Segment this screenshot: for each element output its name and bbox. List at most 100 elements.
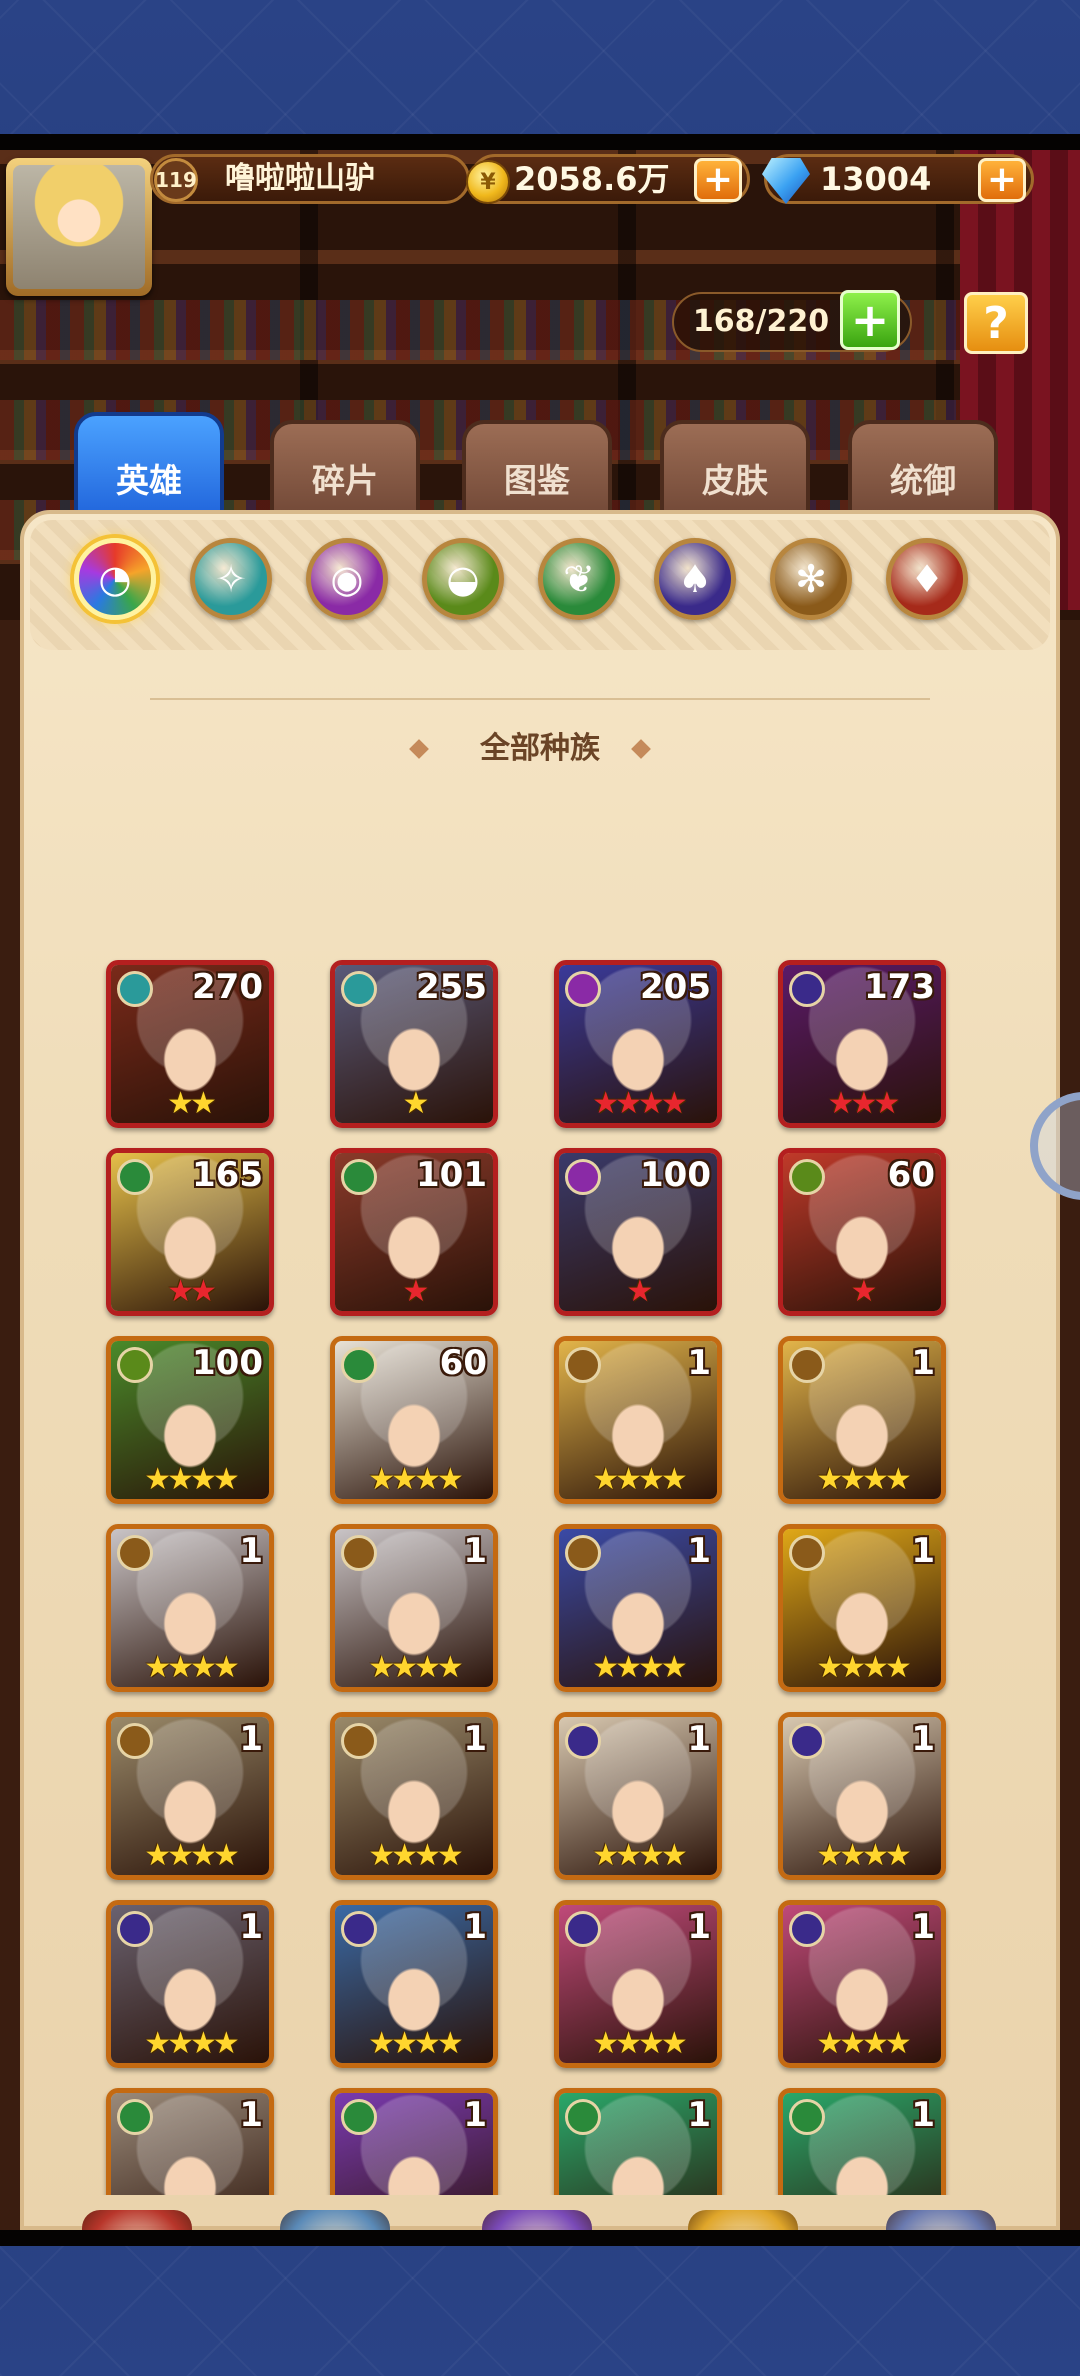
hero-card[interactable]: 100 ★★★★ bbox=[106, 1336, 274, 1504]
hero-stars: ★ bbox=[402, 1274, 430, 1309]
expand-capacity-button[interactable]: + bbox=[840, 290, 900, 350]
hero-level: 60 bbox=[887, 1155, 935, 1195]
hero-card[interactable]: 1 ★★★★ bbox=[106, 1524, 274, 1692]
help-button[interactable]: ? bbox=[964, 292, 1028, 354]
hero-stars: ★★★★ bbox=[816, 1838, 912, 1873]
hero-card[interactable]: 1 ★★★★ bbox=[554, 1712, 722, 1880]
all-races-filter-icon[interactable]: ◔ bbox=[74, 538, 156, 620]
race-water-icon bbox=[117, 971, 153, 1007]
race-nature-icon bbox=[565, 2099, 601, 2135]
tab-label: 统御 bbox=[890, 461, 956, 500]
hero-stars: ★★★★ bbox=[368, 1650, 464, 1685]
race-water-filter-icon[interactable]: ✧ bbox=[190, 538, 272, 620]
race-nature-filter-icon[interactable]: ❦ bbox=[538, 538, 620, 620]
hero-level: 1 bbox=[911, 1531, 935, 1571]
race-demon-icon bbox=[789, 1723, 825, 1759]
hero-card[interactable]: 1 ★★★★ bbox=[106, 1900, 274, 2068]
hero-level: 255 bbox=[416, 967, 487, 1007]
race-water-icon bbox=[341, 971, 377, 1007]
avatar-portrait bbox=[13, 165, 145, 289]
hero-card[interactable]: 100 ★ bbox=[554, 1148, 722, 1316]
hero-stars: ★★★★ bbox=[592, 2026, 688, 2061]
race-demon-icon bbox=[565, 1911, 601, 1947]
hero-card[interactable]: 1 ★★★★ bbox=[778, 1900, 946, 2068]
hero-stars: ★ bbox=[850, 1274, 878, 1309]
race-nature-icon bbox=[117, 2099, 153, 2135]
hero-level: 270 bbox=[192, 967, 263, 1007]
hero-stars: ★★ bbox=[167, 1086, 217, 1121]
hero-card[interactable]: 165 ★★ bbox=[106, 1148, 274, 1316]
game-screen: 119 噜啦啦山驴 ¥ 2058.6万 + 13004 + 168/220 + … bbox=[0, 0, 1080, 2376]
hero-card[interactable]: 1 ★★★★ bbox=[554, 1336, 722, 1504]
hero-stars: ★★ bbox=[167, 1274, 217, 1309]
hero-card[interactable]: 205 ★★★★ bbox=[554, 960, 722, 1128]
hero-stars: ★★★★ bbox=[144, 1462, 240, 1497]
race-demon-filter-icon[interactable]: ♠ bbox=[654, 538, 736, 620]
race-eye-filter-icon[interactable]: ◒ bbox=[422, 538, 504, 620]
hero-card[interactable]: 270 ★★ bbox=[106, 960, 274, 1128]
hero-level: 173 bbox=[864, 967, 935, 1007]
race-arcane-filter-icon[interactable]: ◉ bbox=[306, 538, 388, 620]
hero-card[interactable]: 1 bbox=[554, 2088, 722, 2195]
hero-level: 1 bbox=[687, 1343, 711, 1383]
hero-card[interactable]: 173 ★★★ bbox=[778, 960, 946, 1128]
hero-card[interactable]: 1 ★★★★ bbox=[330, 1524, 498, 1692]
hero-card[interactable]: 60 ★ bbox=[778, 1148, 946, 1316]
nav-guild[interactable]: 公会 bbox=[856, 2210, 1026, 2230]
hero-level: 101 bbox=[416, 1155, 487, 1195]
race-eye-icon bbox=[789, 1159, 825, 1195]
game-viewport: 119 噜啦啦山驴 ¥ 2058.6万 + 13004 + 168/220 + … bbox=[0, 150, 1080, 2230]
hero-card[interactable]: 1 bbox=[330, 2088, 498, 2195]
hero-card[interactable]: 1 ★★★★ bbox=[778, 1336, 946, 1504]
gem-amount: 13004 bbox=[820, 160, 932, 198]
nav-portal[interactable]: 探险 bbox=[452, 2210, 622, 2230]
hero-card[interactable]: 1 ★★★★ bbox=[330, 1900, 498, 2068]
hero-level: 205 bbox=[640, 967, 711, 1007]
nav-castle[interactable]: 主城 bbox=[52, 2210, 222, 2230]
hero-level: 1 bbox=[911, 1907, 935, 1947]
hero-capacity: 168/220 bbox=[692, 304, 830, 339]
hero-level: 1 bbox=[911, 2095, 935, 2135]
hero-card[interactable]: 60 ★★★★ bbox=[330, 1336, 498, 1504]
hero-card[interactable]: 1 bbox=[778, 2088, 946, 2195]
tab-label: 碎片 bbox=[312, 461, 378, 500]
race-arcane-icon bbox=[565, 971, 601, 1007]
add-gem-button[interactable]: + bbox=[978, 158, 1026, 202]
tab-label: 英雄 bbox=[116, 461, 182, 500]
race-light-icon bbox=[117, 1535, 153, 1571]
race-light-icon bbox=[117, 1723, 153, 1759]
hero-stars: ★★★★ bbox=[144, 1650, 240, 1685]
hero-card[interactable]: 1 ★★★★ bbox=[778, 1524, 946, 1692]
hero-card[interactable]: 1 ★★★★ bbox=[554, 1524, 722, 1692]
hero-stars: ★★★★ bbox=[368, 1462, 464, 1497]
race-fire-filter-icon[interactable]: ♦ bbox=[886, 538, 968, 620]
race-demon-icon bbox=[565, 1723, 601, 1759]
portal-icon bbox=[482, 2210, 592, 2230]
hero-card[interactable]: 1 ★★★★ bbox=[106, 1712, 274, 1880]
player-avatar[interactable] bbox=[6, 158, 152, 296]
hero-stars: ★★★★ bbox=[592, 1086, 688, 1121]
nav-backpack[interactable]: 背包 bbox=[658, 2210, 828, 2230]
nav-hero[interactable]: 英雄 bbox=[250, 2210, 420, 2230]
hero-card[interactable]: 101 ★ bbox=[330, 1148, 498, 1316]
tab-label: 图鉴 bbox=[504, 461, 570, 500]
hero-stars: ★★★★ bbox=[592, 1838, 688, 1873]
race-light-filter-icon[interactable]: ✻ bbox=[770, 538, 852, 620]
hero-stars: ★★★★ bbox=[592, 1650, 688, 1685]
hero-card[interactable]: 1 ★★★★ bbox=[554, 1900, 722, 2068]
add-gold-button[interactable]: + bbox=[694, 158, 742, 202]
hero-card[interactable]: 255 ★ bbox=[330, 960, 498, 1128]
hero-card[interactable]: 1 ★★★★ bbox=[778, 1712, 946, 1880]
hero-level: 1 bbox=[687, 1531, 711, 1571]
race-demon-icon bbox=[341, 1911, 377, 1947]
hero-level: 60 bbox=[439, 1343, 487, 1383]
hero-level: 100 bbox=[192, 1343, 263, 1383]
hero-card[interactable]: 1 bbox=[106, 2088, 274, 2195]
hero-stars: ★ bbox=[626, 1274, 654, 1309]
player-name: 噜啦啦山驴 bbox=[225, 161, 375, 196]
race-demon-icon bbox=[789, 1911, 825, 1947]
hero-level: 1 bbox=[687, 1907, 711, 1947]
hero-level: 1 bbox=[463, 1907, 487, 1947]
race-arcane-icon bbox=[565, 1159, 601, 1195]
hero-card[interactable]: 1 ★★★★ bbox=[330, 1712, 498, 1880]
